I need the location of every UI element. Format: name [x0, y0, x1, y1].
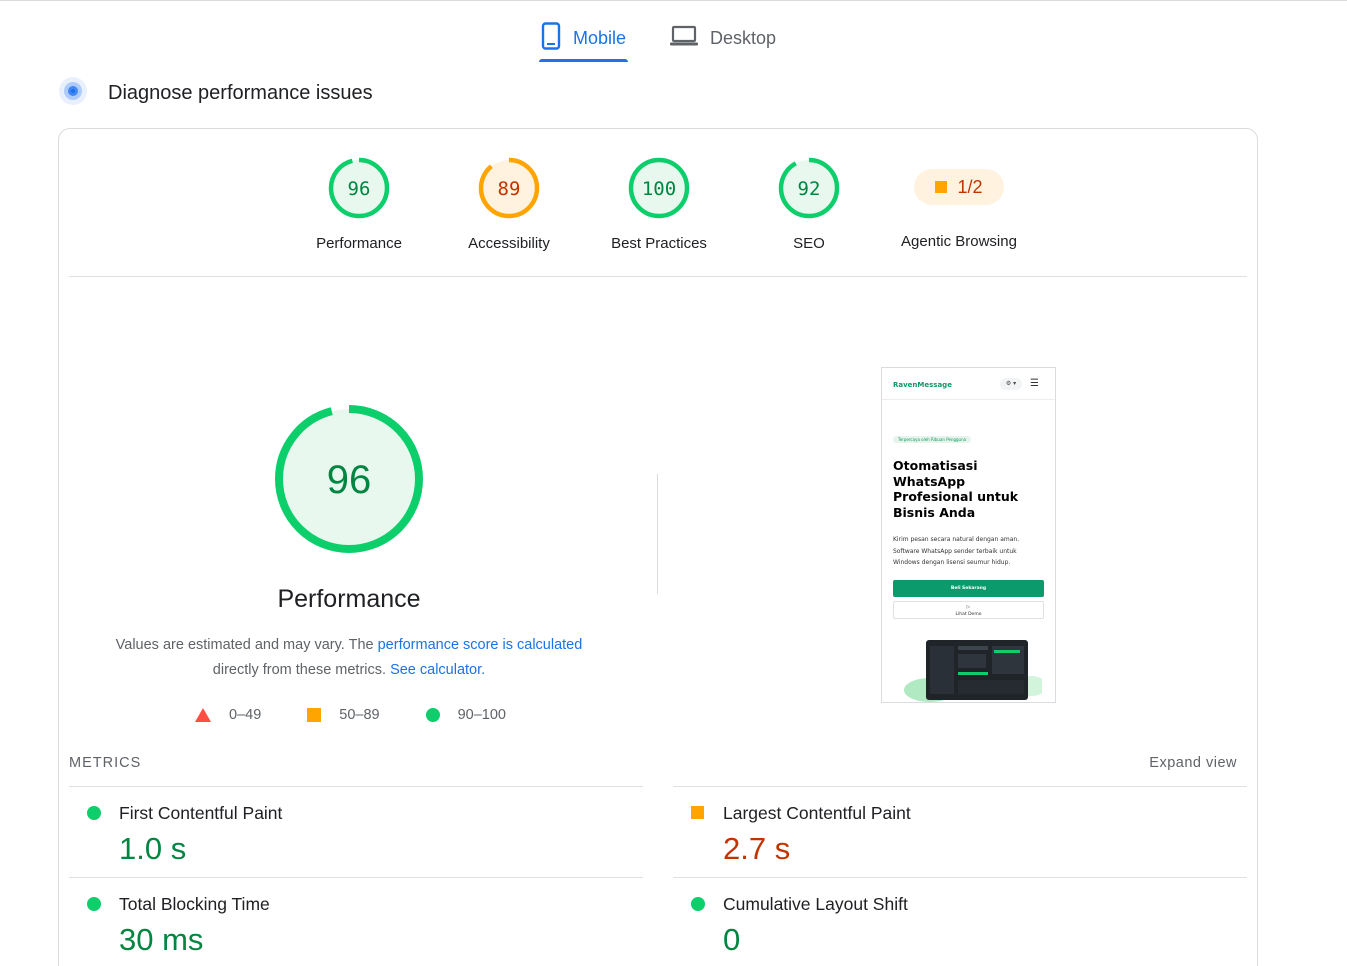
preview-body: Kirim pesan secara natural dengan aman. … [893, 536, 1020, 566]
agentic-badge: 1/2 [914, 169, 1004, 205]
theme-toggle-icon: ⚙ ▾ [1000, 378, 1022, 390]
gauge-ring: 92 [778, 157, 840, 219]
preview-pill: Terpercaya oleh Ribuan Pengguna [893, 436, 972, 443]
metric-tbt: Total Blocking Time 30 ms [69, 878, 639, 966]
preview-header: RavenMessage ⚙ ▾ ☰ [882, 368, 1055, 400]
tab-mobile-label: Mobile [572, 27, 626, 48]
metric-name: Total Blocking Time [119, 894, 270, 914]
metrics-heading: METRICS [69, 755, 142, 771]
good-circle-icon [691, 897, 705, 911]
gauge-score: 100 [642, 178, 676, 200]
note-text: Values are estimated and may vary. The [115, 637, 378, 653]
diagnose-header: Diagnose performance issues [58, 76, 373, 111]
preview-cta-button: Beli Sekarang [893, 580, 1044, 597]
preview-demo-label: Lihat Demo [955, 612, 982, 617]
diagnose-title: Diagnose performance issues [108, 82, 373, 104]
score-gauges: 96 Performance 89 Accessibility 100 Best… [59, 157, 1259, 252]
app-screenshot-image [904, 640, 1042, 702]
gauge-label: Best Practices [611, 235, 707, 252]
performance-title: Performance [277, 585, 421, 613]
page-screenshot-preview[interactable]: RavenMessage ⚙ ▾ ☰ Terpercaya oleh Ribua… [881, 367, 1056, 703]
metric-lcp: Largest Contentful Paint 2.7 s [673, 787, 1243, 877]
metric-cls: Cumulative Layout Shift 0 [673, 878, 1243, 966]
average-square-icon [691, 806, 704, 819]
preview-demo-button: ▷ Lihat Demo [893, 601, 1044, 619]
laptop-icon [669, 25, 698, 52]
square-icon [307, 708, 322, 722]
legend-label: 0–49 [229, 707, 262, 723]
metric-fcp: First Contentful Paint 1.0 s [69, 787, 639, 877]
gauge-score: 89 [498, 178, 521, 200]
gauge-accessibility[interactable]: 89 Accessibility [434, 157, 584, 252]
gauge-score: 96 [327, 458, 372, 502]
tab-mobile[interactable]: Mobile [538, 14, 629, 62]
expand-view-toggle[interactable]: Expand view [1149, 755, 1237, 771]
performance-note: Values are estimated and may vary. The p… [99, 633, 599, 683]
legend-label: 90–100 [457, 707, 506, 723]
legend-average: 50–89 [307, 707, 380, 723]
phone-icon [541, 21, 561, 55]
preview-brand: RavenMessage [893, 381, 952, 389]
metric-name: Largest Contentful Paint [723, 803, 911, 823]
note-text: directly from these metrics. [212, 662, 391, 678]
gauge-best-practices[interactable]: 100 Best Practices [584, 157, 734, 252]
top-rule [0, 0, 1347, 1]
tab-desktop-label: Desktop [709, 27, 777, 48]
good-circle-icon [87, 806, 101, 820]
metric-name: First Contentful Paint [119, 803, 283, 823]
metric-value: 30 ms [119, 922, 204, 957]
agentic-value: 1/2 [957, 176, 983, 197]
gauge-seo[interactable]: 92 SEO [734, 157, 884, 252]
gauge-performance[interactable]: 96 Performance [284, 157, 434, 252]
divider [69, 276, 1247, 277]
good-circle-icon [87, 897, 101, 911]
report-card: 96 Performance 89 Accessibility 100 Best… [58, 128, 1258, 966]
average-square-icon [935, 181, 948, 193]
metric-value: 1.0 s [119, 831, 187, 866]
gauge-label: Performance [316, 235, 402, 252]
score-calculated-link[interactable]: performance score is calculated [378, 637, 583, 653]
circle-icon [425, 708, 440, 722]
metric-value: 0 [723, 922, 741, 957]
gauge-ring: 96 [328, 157, 390, 219]
gauge-label: Agentic Browsing [901, 233, 1017, 250]
legend-bad: 0–49 [195, 707, 261, 723]
gauge-label: SEO [793, 235, 825, 252]
vertical-divider [657, 474, 658, 594]
gauge-ring: 100 [628, 157, 690, 219]
score-legend: 0–49 50–89 90–100 [195, 707, 552, 723]
triangle-icon [195, 708, 211, 722]
see-calculator-link[interactable]: See calculator. [390, 662, 485, 678]
play-icon: ▷ [966, 605, 971, 610]
device-tabs: Mobile Desktop [0, 14, 1317, 62]
legend-label: 50–89 [339, 707, 380, 723]
legend-good: 90–100 [425, 707, 506, 723]
radar-icon [58, 76, 88, 111]
preview-headline: Otomatisasi WhatsApp Profesional untuk B… [893, 458, 1019, 520]
tab-desktop[interactable]: Desktop [668, 14, 778, 62]
gauge-agentic-browsing[interactable]: 1/2 Agentic Browsing [884, 157, 1034, 252]
metric-value: 2.7 s [723, 831, 791, 866]
metric-name: Cumulative Layout Shift [723, 894, 908, 914]
gauge-score: 92 [798, 178, 821, 200]
performance-gauge-large: 96 [275, 405, 423, 553]
gauge-score: 96 [348, 178, 371, 200]
gauge-ring: 89 [478, 157, 540, 219]
gauge-label: Accessibility [468, 235, 550, 252]
menu-icon: ☰ [1030, 378, 1039, 389]
